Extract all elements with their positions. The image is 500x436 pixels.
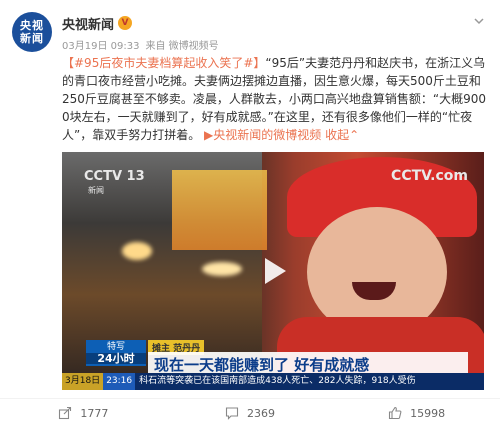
post-source: 来自 微博视频号 [145,41,219,52]
ticker-date: 3月18日 [62,373,104,390]
collapse-label: 收起 [325,128,350,142]
share-button[interactable]: 1777 [0,402,167,424]
video-link[interactable]: ▶央视新闻的微博视频 [204,128,321,142]
vip-badge-icon: V [118,16,133,30]
avatar[interactable]: 央视新闻 [12,12,52,52]
divider [0,398,500,399]
share-count: 1777 [80,406,109,420]
comment-count: 2369 [247,406,275,420]
video-player[interactable]: CCTV 13 新闻 CCTV.com 特写 24小时 摊主 范丹丹 现在一天都… [62,152,484,390]
like-count: 15998 [410,406,446,420]
avatar-text: 央视新闻 [20,19,44,45]
action-bar: 1777 2369 15998 [0,402,500,424]
program-tag-bottom: 24小时 [86,353,146,364]
collapse-arrow-icon: ⌃ [349,128,360,142]
play-icon[interactable] [252,250,294,292]
ticker-text: 科石流等突袭已在该国南部造成438人死亡、282人失踪，918人受伤 [139,376,416,386]
like-button[interactable]: 15998 [333,402,500,424]
post-date[interactable]: 03月19日 09:33 [62,37,139,52]
comment-icon [225,407,239,420]
program-tag-top: 特写 [106,342,125,352]
comment-button[interactable]: 2369 [167,402,334,424]
post-text: 【#95后夜市夫妻档算起收入笑了#】“95后”夫妻范丹丹和赵庆书，在浙江义乌的青… [62,54,488,144]
program-tag: 特写 24小时 [86,340,146,366]
collapse-link[interactable]: 收起⌃ [325,128,359,142]
video-background-sign [172,170,267,250]
channel-sub: 新闻 [88,186,104,195]
chevron-down-icon[interactable] [472,14,486,28]
post-meta: 03月19日 09:33 来自 微博视频号 [62,37,219,52]
share-icon [59,406,72,420]
author-name[interactable]: 央视新闻 [62,14,114,33]
channel-logo: CCTV 13 新闻 [84,170,145,198]
hashtag-link[interactable]: 【#95后夜市夫妻档算起收入笑了#】 [62,56,265,70]
video-background-light [122,242,152,260]
ticker-time: 23:16 [103,373,136,390]
author-row: 央视新闻 V [62,14,133,33]
video-background-light [202,262,242,276]
weibo-post-card: 央视新闻 央视新闻 V 03月19日 09:33 来自 微博视频号 【#95后夜… [0,0,500,436]
like-icon [389,406,402,420]
news-ticker: 3月18日 23:16 科石流等突袭已在该国南部造成438人死亡、282人失踪，… [62,373,484,390]
video-link-label: 央视新闻的微博视频 [213,128,322,142]
watermark: CCTV.com [391,168,468,184]
channel-logo-text: CCTV 13 [84,169,145,184]
